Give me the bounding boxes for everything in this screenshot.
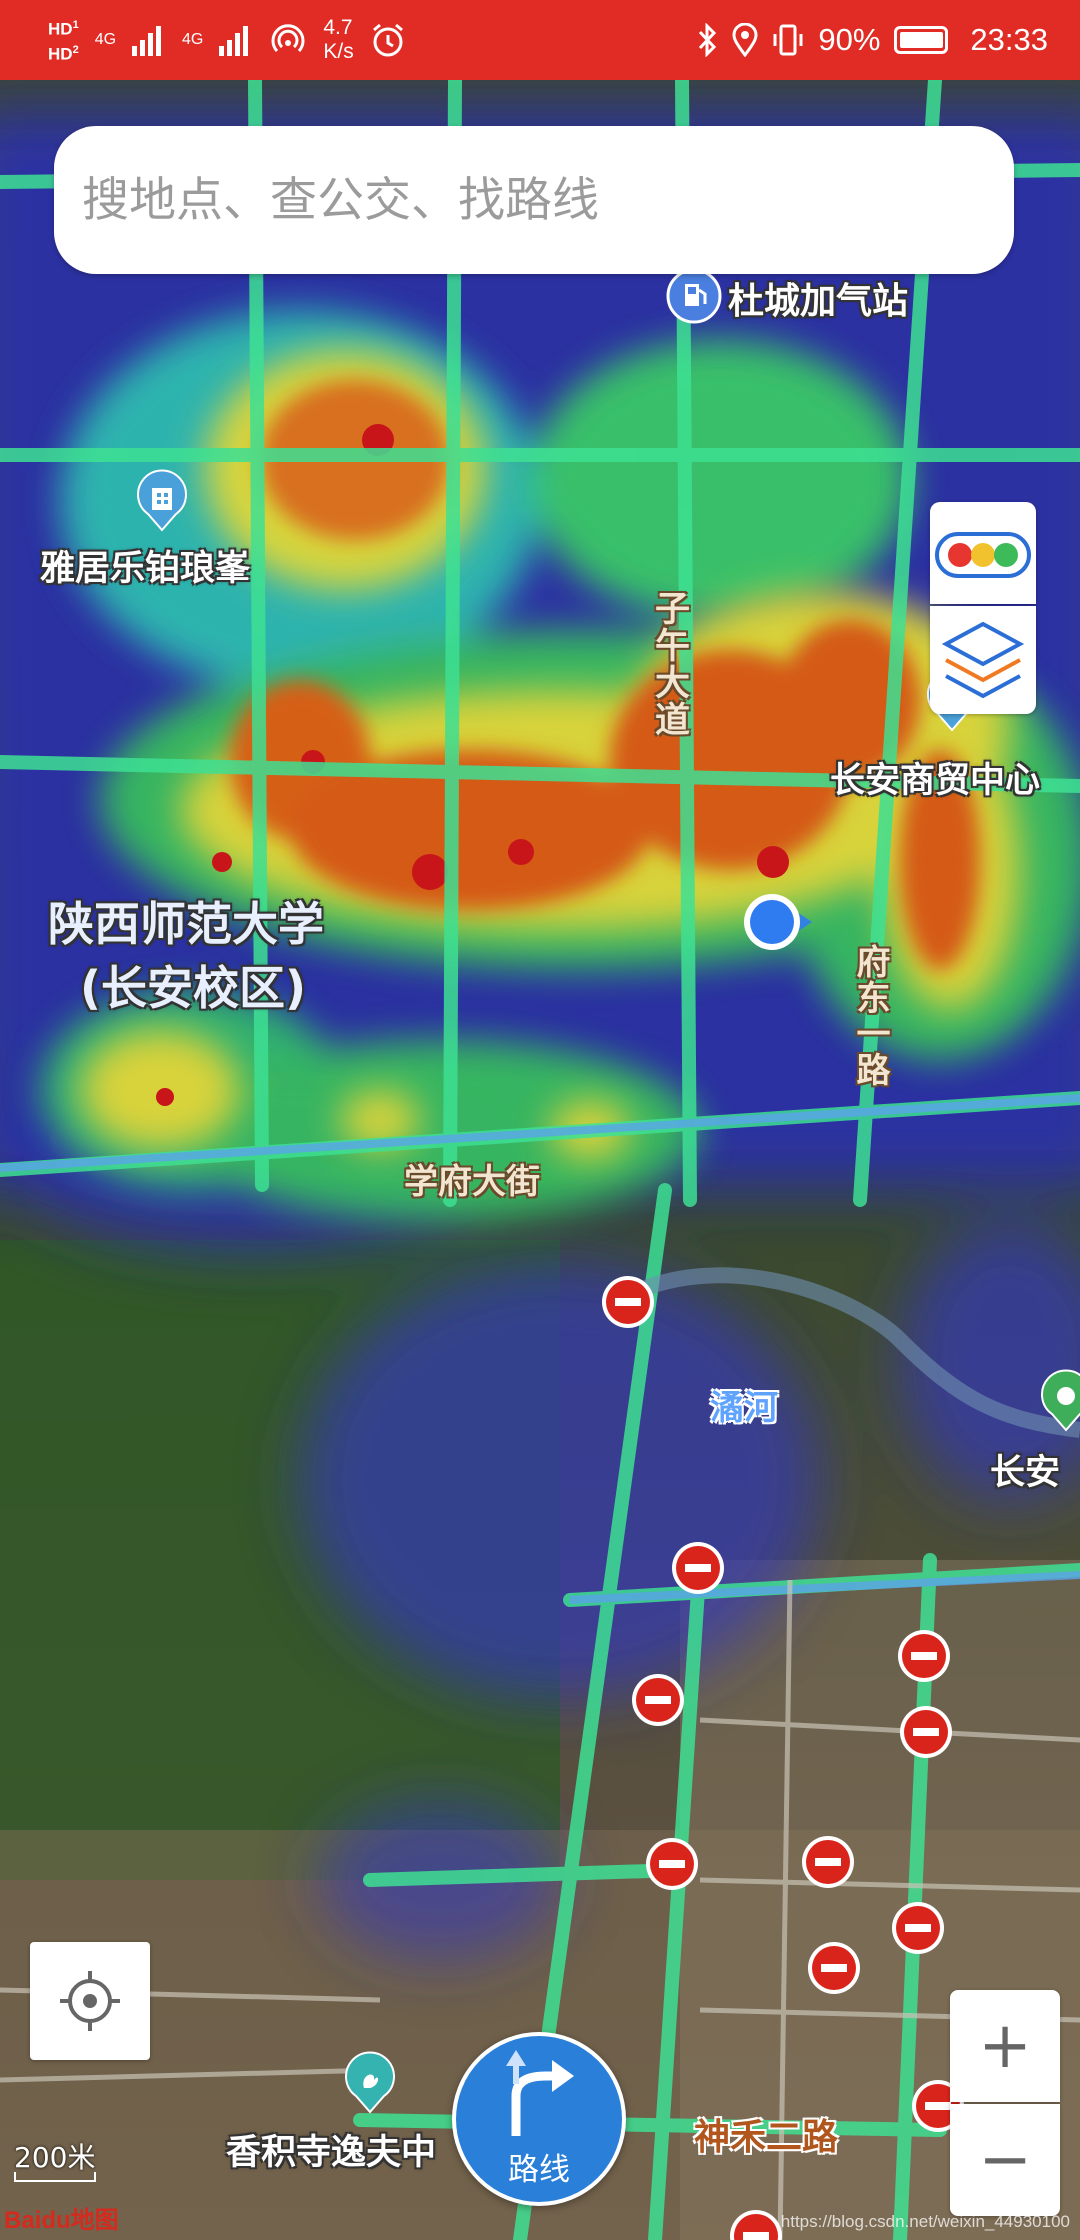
bluetooth-icon <box>699 23 717 57</box>
net2-label: 4G <box>182 31 204 48</box>
vibrate-icon <box>773 24 803 56</box>
no-entry-icon <box>892 1902 944 1954</box>
route-label: 路线 <box>508 2152 570 2188</box>
layers-icon <box>941 621 1025 699</box>
hotspot-icon <box>271 24 305 53</box>
university-label-line2[interactable]: (长安校区) <box>80 952 306 1018</box>
search-input[interactable] <box>80 171 964 229</box>
fudong-road-label: 府东一路 <box>850 944 890 1088</box>
traffic-toggle-button[interactable] <box>930 502 1036 604</box>
battery-icon <box>894 26 949 54</box>
status-bar: HD1 HD2 4G 4G 4.7 K/s 90% 23:33 <box>0 0 1080 80</box>
location-icon <box>732 23 758 57</box>
alarm-icon <box>372 23 403 57</box>
locate-me-button[interactable] <box>30 1942 150 2060</box>
university-label-line1[interactable]: 陕西师范大学 <box>48 888 324 954</box>
speed-unit: K/s <box>323 40 354 63</box>
scale-label: 200米 <box>14 2141 96 2174</box>
no-entry-icon <box>900 1706 952 1758</box>
temple-label[interactable]: 香积寺逸夫中 <box>226 2124 436 2175</box>
ziwu-avenue-label: 子午大道 <box>649 590 689 738</box>
crosshair-icon <box>60 1971 120 2031</box>
map-view[interactable]: 杜城加气站 雅居乐铂琅峯 子午大道 长安商贸中心 陕西师范大学 (长安校区) 府… <box>0 0 1080 2240</box>
no-entry-icon <box>632 1674 684 1726</box>
map-layers-button[interactable] <box>930 606 1036 714</box>
net-speed: 4.7 K/s <box>323 16 353 64</box>
no-entry-icon <box>602 1276 654 1328</box>
zoom-out-button[interactable]: − <box>950 2104 1060 2216</box>
signal-1-icon <box>132 26 162 56</box>
battery-percent: 90% <box>818 22 881 57</box>
turn-arrow-icon <box>506 2050 574 2136</box>
net1-label: 4G <box>94 31 117 48</box>
minus-icon: − <box>978 2123 1032 2197</box>
signal-2-icon <box>219 26 249 56</box>
hd1-label: HD <box>48 20 73 39</box>
no-entry-icon <box>646 1838 698 1890</box>
no-entry-icon <box>898 1630 950 1682</box>
traffic-light-icon <box>935 532 1031 578</box>
map-canvas[interactable] <box>0 0 1080 2240</box>
river-label: 潏河 <box>710 1388 778 1428</box>
xuefu-street-label: 学府大街 <box>404 1162 540 1202</box>
sim-indicators: HD1 HD2 <box>48 15 79 64</box>
route-button[interactable]: 路线 <box>452 2032 626 2206</box>
changan-trade-center-label[interactable]: 长安商贸中心 <box>830 752 1040 803</box>
status-left: HD1 HD2 4G 4G 4.7 K/s <box>48 0 406 80</box>
speed-value: 4.7 <box>323 16 353 39</box>
no-entry-icon <box>672 1542 724 1594</box>
baidu-logo: Baidu地图 <box>4 2207 119 2234</box>
hd2-label: HD <box>48 44 73 64</box>
no-entry-icon <box>808 1942 860 1994</box>
status-right: 90% 23:33 <box>696 0 1048 80</box>
gas-station-icon <box>666 268 722 324</box>
zoom-in-button[interactable]: + <box>950 1990 1060 2102</box>
hd2-sub: 2 <box>72 44 79 56</box>
hd1-sub: 1 <box>72 19 79 32</box>
plus-icon: + <box>978 2009 1032 2083</box>
no-entry-icon <box>802 1836 854 1888</box>
shenhe-road-label: 神禾二路 <box>694 2117 839 2158</box>
residence-label[interactable]: 雅居乐铂琅峯 <box>40 540 250 591</box>
gas-station-label[interactable]: 杜城加气站 <box>728 272 908 324</box>
clock: 23:33 <box>970 22 1048 57</box>
watermark-text: https://blog.csdn.net/weixin_44930100 <box>780 2212 1070 2231</box>
scale-bar <box>14 2172 96 2182</box>
search-bar[interactable] <box>54 126 1014 274</box>
changan-partial-label[interactable]: 长安 <box>990 1444 1060 1495</box>
